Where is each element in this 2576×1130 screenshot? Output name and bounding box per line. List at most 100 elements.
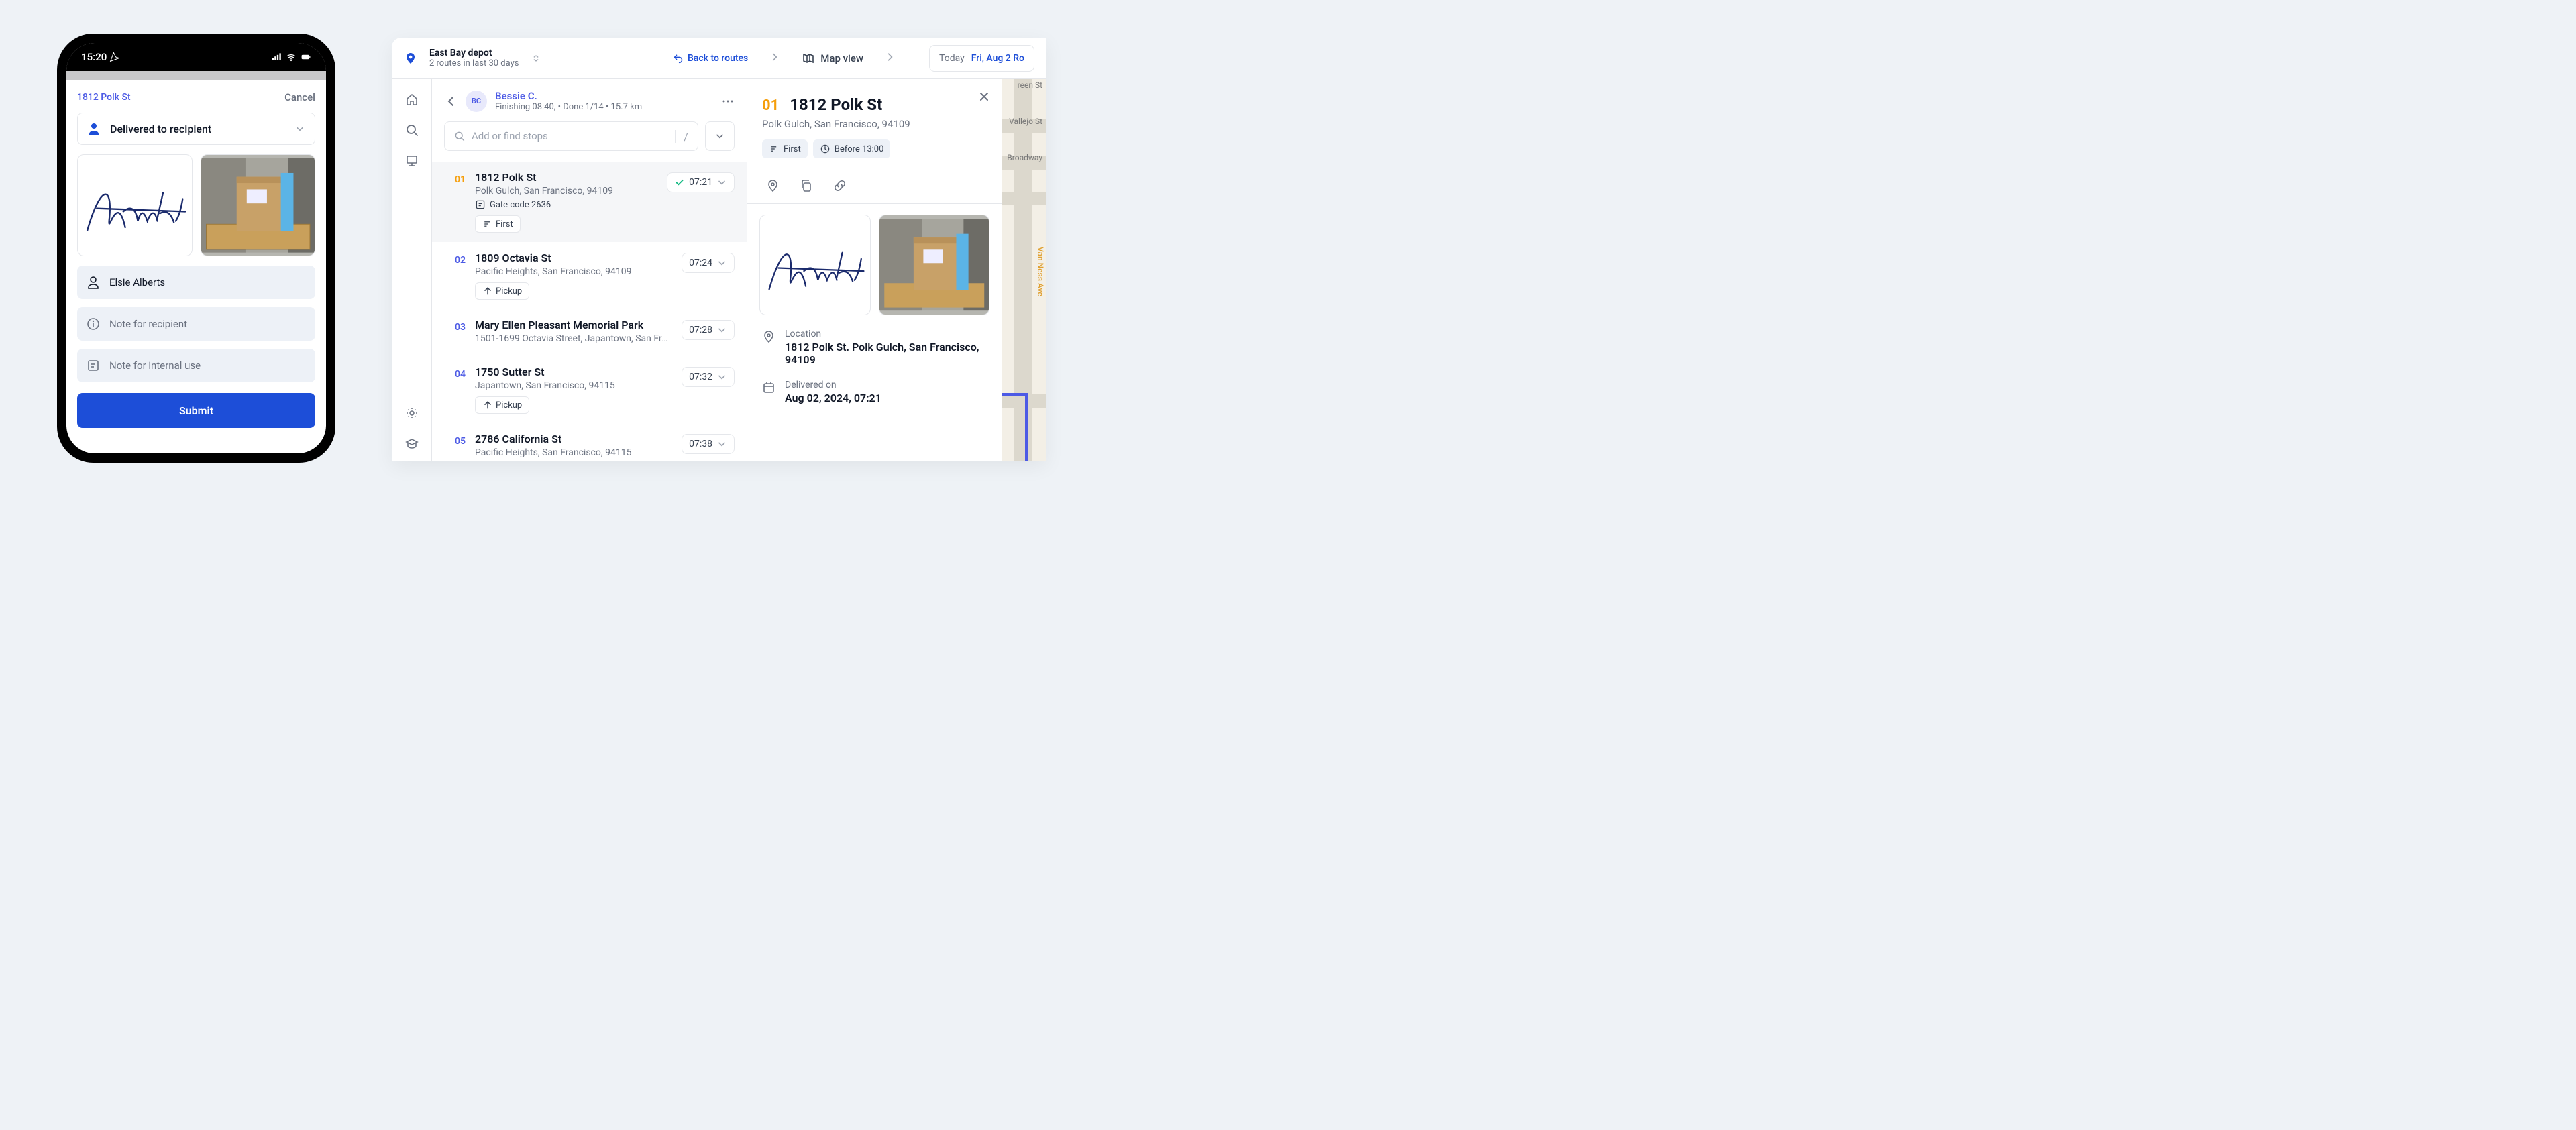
stop-title: 1812 Polk St	[475, 171, 657, 184]
info-icon	[87, 317, 100, 331]
phone-screen: 15:20 1812 Polk St Cancel Delivered to r…	[66, 43, 326, 453]
stop-number: 05	[455, 436, 466, 447]
person-icon	[87, 122, 101, 135]
person-outline-icon	[87, 276, 100, 289]
locate-icon[interactable]	[766, 179, 780, 192]
stop-row[interactable]: 02 1809 Octavia St Pacific Heights, San …	[432, 242, 747, 309]
sort-icon	[769, 144, 780, 154]
icon-rail	[392, 79, 432, 461]
stop-time-chip[interactable]: 07:21	[667, 172, 735, 192]
chevron-down-icon	[716, 177, 727, 188]
stop-time-chip[interactable]: 07:38	[682, 434, 735, 454]
rail-help-icon[interactable]	[405, 437, 419, 451]
status-select[interactable]: Delivered to recipient	[77, 113, 315, 145]
browser-chrome	[66, 71, 326, 80]
detail-stop-address: Polk Gulch, San Francisco, 94109	[762, 118, 987, 130]
stop-title: 2786 California St	[475, 433, 672, 445]
stop-tag: Pickup	[475, 396, 529, 414]
stop-row[interactable]: 05 2786 California St Pacific Heights, S…	[432, 423, 747, 461]
route-line	[1025, 394, 1028, 461]
rail-present-icon[interactable]	[405, 154, 419, 168]
stop-row[interactable]: 01 1812 Polk St Polk Gulch, San Francisc…	[432, 162, 747, 242]
rail-settings-icon[interactable]	[405, 406, 419, 420]
back-routes-label: Back to routes	[688, 53, 748, 64]
package-photo	[879, 215, 989, 315]
detail-action-bar	[747, 168, 1002, 204]
today-label: Today	[939, 53, 965, 64]
stop-address: 1501-1699 Octavia Street, Japantown, San…	[475, 333, 672, 344]
phone-time: 15:20	[81, 51, 107, 63]
pin-outline-icon	[762, 330, 775, 343]
arrow-up-icon	[482, 400, 493, 410]
date-selector[interactable]: Today Fri, Aug 2 Ro	[929, 45, 1034, 72]
stop-title: 1809 Octavia St	[475, 251, 672, 264]
stop-title: 1750 Sutter St	[475, 365, 672, 378]
stop-detail-panel: 01 1812 Polk St Polk Gulch, San Francisc…	[747, 79, 1002, 461]
depot-pin-icon	[404, 52, 417, 65]
note-recipient-row[interactable]: Note for recipient	[77, 307, 315, 341]
stop-search-input[interactable]: Add or find stops /	[444, 121, 698, 151]
map-view-label: Map view	[820, 52, 863, 64]
more-dots-icon[interactable]	[721, 95, 735, 108]
back-to-routes-button[interactable]: Back to routes	[673, 53, 748, 64]
copy-icon[interactable]	[800, 179, 813, 192]
note-recipient-placeholder: Note for recipient	[109, 318, 187, 330]
phone-notch	[146, 43, 247, 63]
stop-time-chip[interactable]: 07:28	[682, 320, 735, 340]
note-icon	[87, 359, 100, 372]
caret-down-icon	[294, 123, 305, 134]
stop-time-chip[interactable]: 07:24	[682, 253, 735, 273]
location-value: 1812 Polk St. Polk Gulch, San Francisco,…	[785, 341, 987, 366]
stop-time-chip[interactable]: 07:32	[682, 367, 735, 387]
stop-address: Japantown, San Francisco, 94115	[475, 380, 672, 391]
wifi-icon	[286, 52, 297, 62]
chevron-down-icon	[716, 325, 727, 335]
header-address[interactable]: 1812 Polk St	[77, 92, 131, 103]
map-label-vanness: Van Ness Ave	[1036, 247, 1045, 296]
depot-name: East Bay depot	[429, 48, 519, 58]
sort-icon	[482, 219, 493, 229]
signature-card[interactable]	[77, 154, 193, 256]
depot-selector[interactable]: East Bay depot 2 routes in last 30 days	[429, 48, 519, 68]
undo-icon	[673, 53, 684, 64]
photo-card[interactable]	[201, 154, 316, 256]
chip-first-label: First	[784, 144, 801, 154]
search-icon	[454, 131, 465, 142]
stop-address: Polk Gulch, San Francisco, 94109	[475, 186, 657, 196]
driver-avatar[interactable]: BC	[466, 91, 487, 112]
arrow-up-icon	[482, 286, 493, 296]
delivered-label: Delivered on	[785, 380, 881, 390]
driver-status: Finishing 08:40, • Done 1/14 • 15.7 km	[495, 102, 713, 112]
status-label: Delivered to recipient	[110, 123, 285, 135]
back-arrow-icon[interactable]	[444, 95, 458, 108]
stop-row[interactable]: 03 Mary Ellen Pleasant Memorial Park 150…	[432, 309, 747, 356]
nav-chevron-2[interactable]	[875, 52, 905, 65]
link-icon[interactable]	[833, 179, 847, 192]
stop-number: 02	[455, 255, 466, 266]
note-icon	[475, 199, 486, 210]
submit-button[interactable]: Submit	[77, 393, 315, 428]
route-panel: BC Bessie C. Finishing 08:40, • Done 1/1…	[432, 79, 747, 461]
cancel-button[interactable]: Cancel	[284, 91, 315, 103]
recipient-row[interactable]: Elsie Alberts	[77, 266, 315, 299]
driver-name[interactable]: Bessie C.	[495, 90, 713, 102]
map-view-button[interactable]: Map view	[802, 52, 863, 65]
nav-chevron[interactable]	[760, 52, 790, 65]
rail-search-icon[interactable]	[405, 123, 419, 137]
search-placeholder: Add or find stops	[472, 130, 668, 142]
detail-signature-card[interactable]	[759, 215, 871, 315]
stop-row[interactable]: 04 1750 Sutter St Japantown, San Francis…	[432, 356, 747, 423]
stop-options-button[interactable]	[705, 121, 735, 151]
note-internal-row[interactable]: Note for internal use	[77, 349, 315, 382]
detail-photo-card[interactable]	[879, 215, 990, 315]
map-view[interactable]: reen St Vallejo St Broadway Van Ness Ave	[1002, 79, 1046, 461]
search-shortcut: /	[675, 130, 688, 143]
route-line	[1002, 393, 1028, 396]
chevron-down-icon	[716, 439, 727, 449]
chip-time-label: Before 13:00	[835, 144, 884, 154]
stop-number: 03	[455, 322, 466, 333]
rail-home-icon[interactable]	[405, 93, 419, 106]
stop-address: Pacific Heights, San Francisco, 94115	[475, 447, 672, 458]
chevron-right-icon	[885, 52, 896, 62]
close-icon[interactable]	[977, 90, 991, 103]
